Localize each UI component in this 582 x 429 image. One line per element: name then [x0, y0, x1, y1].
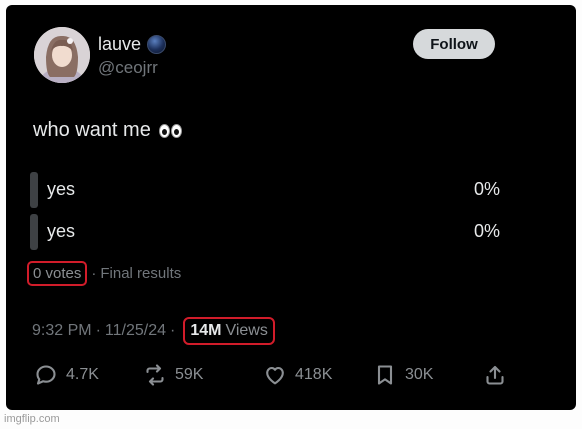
repost-count: 59K	[175, 366, 204, 383]
separator-dot: ·	[95, 322, 101, 339]
poll-option: yes 0%	[30, 172, 500, 208]
like-count: 418K	[295, 366, 333, 383]
display-name-row: lauve	[98, 34, 167, 55]
like-button[interactable]: 418K	[263, 363, 373, 387]
poll-option-percent: 0%	[473, 221, 500, 241]
avatar[interactable]	[34, 27, 90, 83]
watermark: imgflip.com	[4, 413, 60, 425]
avatar-image	[34, 27, 90, 83]
bookmark-button[interactable]: 30K	[373, 363, 483, 387]
follow-button[interactable]: Follow	[413, 29, 495, 59]
post-timestamp-row: 9:32 PM · 11/25/24 · 14M Views	[32, 317, 275, 345]
post-card: lauve @ceojrr Follow who want me yes 0% …	[6, 5, 576, 410]
views-number: 14M	[190, 322, 222, 339]
view-count[interactable]: 14M Views	[183, 317, 275, 345]
post-text: who want me	[33, 119, 151, 141]
display-name[interactable]: lauve	[98, 34, 141, 55]
eye-right	[170, 123, 182, 138]
poll-option-percent: 0%	[473, 179, 500, 199]
post-text-row: who want me	[33, 119, 182, 142]
separator-dot: ·	[91, 265, 97, 282]
poll-option-label: yes	[47, 179, 76, 199]
action-bar: 4.7K 59K 418K 30K	[34, 363, 507, 387]
repost-button[interactable]: 59K	[143, 363, 263, 387]
reply-button[interactable]: 4.7K	[34, 363, 143, 387]
poll-option: yes 0%	[30, 214, 500, 250]
poll-bar	[30, 172, 38, 208]
poll-meta: 0 votes · Final results	[27, 261, 181, 286]
post-time[interactable]: 9:32 PM	[32, 322, 92, 340]
bookmark-count: 30K	[405, 366, 434, 383]
views-label: Views	[225, 322, 268, 339]
eye-left	[158, 123, 170, 138]
vote-count: 0 votes	[27, 261, 88, 286]
post-date[interactable]: 11/25/24	[105, 322, 166, 340]
reply-count: 4.7K	[66, 366, 99, 383]
repost-icon	[146, 364, 164, 386]
heart-icon	[266, 366, 284, 385]
share-button[interactable]	[483, 363, 507, 387]
bookmark-icon	[377, 365, 393, 385]
poll-status: Final results	[100, 265, 182, 282]
poll-bar	[30, 214, 38, 250]
reply-icon	[36, 365, 56, 385]
share-icon	[486, 365, 504, 385]
eyes-emoji-icon	[158, 123, 182, 138]
poll-option-label: yes	[47, 221, 76, 241]
user-handle[interactable]: @ceojrr	[98, 58, 158, 78]
separator-dot: ·	[170, 322, 176, 339]
dark-globe-badge-icon	[147, 35, 167, 54]
